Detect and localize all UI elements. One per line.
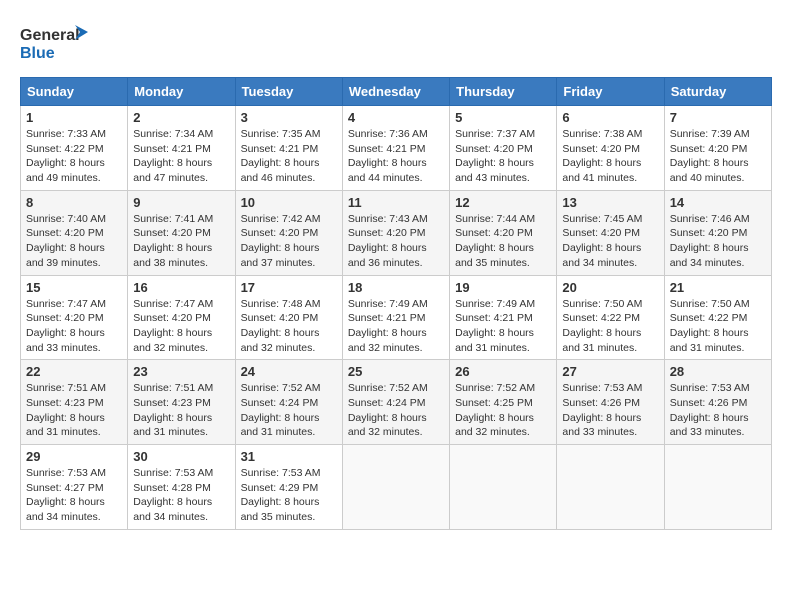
calendar-cell-1: 1Sunrise: 7:33 AMSunset: 4:22 PMDaylight… <box>21 106 128 191</box>
calendar-cell-2: 2Sunrise: 7:34 AMSunset: 4:21 PMDaylight… <box>128 106 235 191</box>
col-header-monday: Monday <box>128 78 235 106</box>
calendar-cell-10: 10Sunrise: 7:42 AMSunset: 4:20 PMDayligh… <box>235 190 342 275</box>
col-header-saturday: Saturday <box>664 78 771 106</box>
calendar-cell-3: 3Sunrise: 7:35 AMSunset: 4:21 PMDaylight… <box>235 106 342 191</box>
col-header-wednesday: Wednesday <box>342 78 449 106</box>
calendar-cell-12: 12Sunrise: 7:44 AMSunset: 4:20 PMDayligh… <box>450 190 557 275</box>
calendar-cell-6: 6Sunrise: 7:38 AMSunset: 4:20 PMDaylight… <box>557 106 664 191</box>
calendar-week-5: 29Sunrise: 7:53 AMSunset: 4:27 PMDayligh… <box>21 445 772 530</box>
calendar-week-4: 22Sunrise: 7:51 AMSunset: 4:23 PMDayligh… <box>21 360 772 445</box>
calendar-week-1: 1Sunrise: 7:33 AMSunset: 4:22 PMDaylight… <box>21 106 772 191</box>
col-header-friday: Friday <box>557 78 664 106</box>
calendar-table: SundayMondayTuesdayWednesdayThursdayFrid… <box>20 77 772 530</box>
calendar-header-row: SundayMondayTuesdayWednesdayThursdayFrid… <box>21 78 772 106</box>
calendar-cell-8: 8Sunrise: 7:40 AMSunset: 4:20 PMDaylight… <box>21 190 128 275</box>
logo-svg: GeneralBlue <box>20 20 90 65</box>
calendar-cell-24: 24Sunrise: 7:52 AMSunset: 4:24 PMDayligh… <box>235 360 342 445</box>
calendar-cell-25: 25Sunrise: 7:52 AMSunset: 4:24 PMDayligh… <box>342 360 449 445</box>
page-header: GeneralBlue <box>20 20 772 65</box>
calendar-cell-11: 11Sunrise: 7:43 AMSunset: 4:20 PMDayligh… <box>342 190 449 275</box>
calendar-body: 1Sunrise: 7:33 AMSunset: 4:22 PMDaylight… <box>21 106 772 530</box>
calendar-cell-22: 22Sunrise: 7:51 AMSunset: 4:23 PMDayligh… <box>21 360 128 445</box>
calendar-cell-28: 28Sunrise: 7:53 AMSunset: 4:26 PMDayligh… <box>664 360 771 445</box>
calendar-week-2: 8Sunrise: 7:40 AMSunset: 4:20 PMDaylight… <box>21 190 772 275</box>
calendar-cell-empty <box>664 445 771 530</box>
svg-text:General: General <box>20 27 80 44</box>
calendar-cell-19: 19Sunrise: 7:49 AMSunset: 4:21 PMDayligh… <box>450 275 557 360</box>
logo: GeneralBlue <box>20 20 90 65</box>
calendar-cell-21: 21Sunrise: 7:50 AMSunset: 4:22 PMDayligh… <box>664 275 771 360</box>
col-header-sunday: Sunday <box>21 78 128 106</box>
calendar-cell-26: 26Sunrise: 7:52 AMSunset: 4:25 PMDayligh… <box>450 360 557 445</box>
calendar-cell-17: 17Sunrise: 7:48 AMSunset: 4:20 PMDayligh… <box>235 275 342 360</box>
calendar-cell-empty <box>450 445 557 530</box>
calendar-cell-5: 5Sunrise: 7:37 AMSunset: 4:20 PMDaylight… <box>450 106 557 191</box>
calendar-cell-23: 23Sunrise: 7:51 AMSunset: 4:23 PMDayligh… <box>128 360 235 445</box>
calendar-cell-7: 7Sunrise: 7:39 AMSunset: 4:20 PMDaylight… <box>664 106 771 191</box>
svg-text:Blue: Blue <box>20 45 55 62</box>
calendar-cell-27: 27Sunrise: 7:53 AMSunset: 4:26 PMDayligh… <box>557 360 664 445</box>
calendar-cell-16: 16Sunrise: 7:47 AMSunset: 4:20 PMDayligh… <box>128 275 235 360</box>
calendar-cell-20: 20Sunrise: 7:50 AMSunset: 4:22 PMDayligh… <box>557 275 664 360</box>
calendar-cell-31: 31Sunrise: 7:53 AMSunset: 4:29 PMDayligh… <box>235 445 342 530</box>
col-header-tuesday: Tuesday <box>235 78 342 106</box>
calendar-cell-13: 13Sunrise: 7:45 AMSunset: 4:20 PMDayligh… <box>557 190 664 275</box>
col-header-thursday: Thursday <box>450 78 557 106</box>
calendar-cell-9: 9Sunrise: 7:41 AMSunset: 4:20 PMDaylight… <box>128 190 235 275</box>
calendar-cell-empty <box>342 445 449 530</box>
calendar-cell-empty <box>557 445 664 530</box>
calendar-cell-29: 29Sunrise: 7:53 AMSunset: 4:27 PMDayligh… <box>21 445 128 530</box>
calendar-week-3: 15Sunrise: 7:47 AMSunset: 4:20 PMDayligh… <box>21 275 772 360</box>
calendar-cell-14: 14Sunrise: 7:46 AMSunset: 4:20 PMDayligh… <box>664 190 771 275</box>
calendar-cell-15: 15Sunrise: 7:47 AMSunset: 4:20 PMDayligh… <box>21 275 128 360</box>
calendar-cell-4: 4Sunrise: 7:36 AMSunset: 4:21 PMDaylight… <box>342 106 449 191</box>
calendar-cell-18: 18Sunrise: 7:49 AMSunset: 4:21 PMDayligh… <box>342 275 449 360</box>
calendar-cell-30: 30Sunrise: 7:53 AMSunset: 4:28 PMDayligh… <box>128 445 235 530</box>
